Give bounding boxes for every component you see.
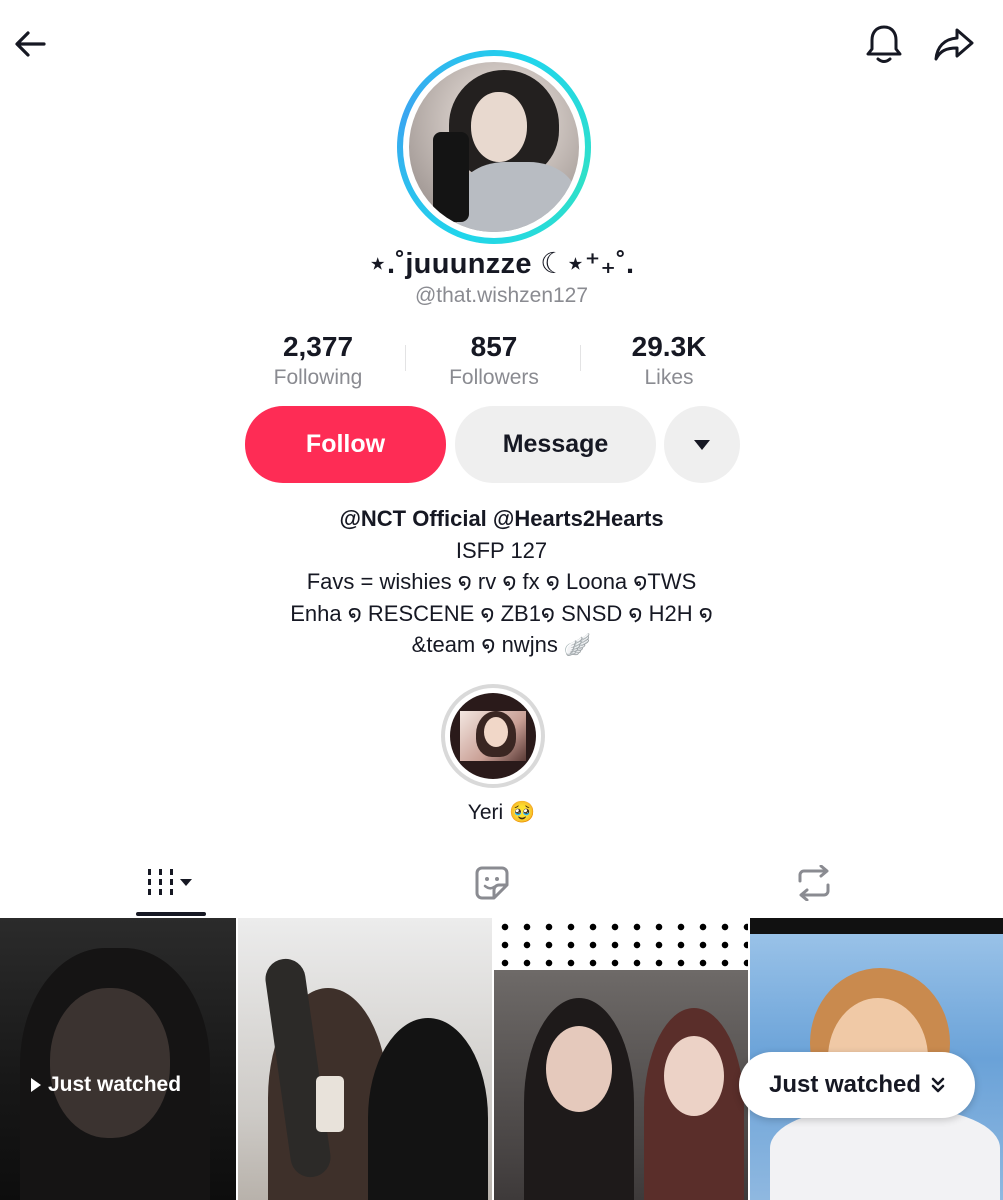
avatar-phone-shape (433, 132, 469, 222)
likes-stat[interactable]: 29.3K Likes (589, 330, 749, 392)
thumb-person-shape (368, 1018, 488, 1200)
active-tab-indicator (136, 912, 206, 916)
profile-tabs (0, 850, 1003, 918)
share-arrow-icon (934, 28, 974, 61)
notification-button[interactable] (856, 16, 912, 72)
avatar-body-shape (457, 162, 577, 232)
thumb-body-shape (770, 1108, 1000, 1200)
bell-icon (866, 25, 902, 63)
play-icon (31, 1078, 41, 1092)
tab-liked[interactable] (442, 850, 542, 916)
bio-mentions[interactable]: @NCT Official @Hearts2Hearts (0, 503, 1003, 535)
bio: @NCT Official @Hearts2Hearts ISFP 127 Fa… (0, 503, 1003, 661)
video-thumbnail[interactable] (238, 918, 492, 1200)
avatar-face-shape (471, 92, 527, 162)
more-suggestions-button[interactable] (664, 406, 740, 483)
likes-label: Likes (644, 366, 694, 389)
just-watched-text: Just watched (48, 1073, 182, 1096)
double-chevron-down-icon (931, 1077, 945, 1093)
repost-icon (798, 865, 830, 901)
just-watched-button[interactable]: Just watched (739, 1052, 975, 1118)
grid-bars-icon (148, 869, 192, 895)
tab-videos[interactable] (120, 850, 220, 916)
following-count: 2,377 (282, 331, 354, 362)
avatar-border (403, 56, 585, 238)
following-label: Following (273, 366, 363, 389)
just-watched-pill-label: Just watched (768, 1071, 922, 1098)
back-button[interactable] (2, 16, 58, 72)
thumb-face-shape (50, 988, 170, 1138)
bio-line: &team ໑ nwjns 🪽 (411, 632, 592, 657)
thumb-phone-shape (316, 1076, 344, 1132)
highlight-thumbnail (450, 693, 536, 779)
bio-line: ISFP 127 (455, 537, 548, 563)
follow-button[interactable]: Follow (245, 406, 446, 483)
highlight-label: Yeri 🥹 (467, 801, 536, 824)
caret-down-icon (694, 439, 710, 450)
thumb-top-bar (750, 918, 1003, 934)
tab-reposts[interactable] (764, 850, 864, 916)
just-watched-overlay: Just watched (30, 1073, 181, 1097)
stat-divider (580, 345, 581, 371)
thumb-dot-pattern (494, 918, 748, 970)
sticker-icon (475, 866, 509, 900)
following-stat[interactable]: 2,377 Following (238, 330, 398, 392)
bio-line: Favs = wishies ໑ rv ໑ fx ໑ Loona ໑TWS (306, 569, 697, 594)
stat-divider (405, 345, 406, 371)
username[interactable]: @that.wishzen127 (0, 284, 1003, 308)
share-button[interactable] (926, 16, 982, 72)
video-thumbnail[interactable] (0, 918, 236, 1200)
thumb-face-shape (664, 1036, 724, 1116)
avatar (409, 62, 579, 232)
arrow-left-icon (15, 31, 46, 57)
followers-label: Followers (449, 366, 539, 389)
followers-stat[interactable]: 857 Followers (414, 330, 574, 392)
video-thumbnail[interactable] (494, 918, 748, 1200)
highlight-face-shape (484, 717, 508, 747)
followers-count: 857 (470, 331, 518, 362)
highlight-border (445, 688, 541, 784)
avatar-ring[interactable] (397, 50, 591, 244)
bio-line: Enha ໑ RESCENE ໑ ZB1໑ SNSD ໑ H2H ໑ (290, 600, 713, 626)
display-name: ⋆.˚juuunzze ☾⋆⁺₊˚. (368, 248, 635, 280)
message-button[interactable]: Message (455, 406, 656, 483)
story-highlight[interactable] (441, 684, 545, 788)
likes-count: 29.3K (631, 331, 707, 362)
thumb-face-shape (546, 1026, 612, 1112)
